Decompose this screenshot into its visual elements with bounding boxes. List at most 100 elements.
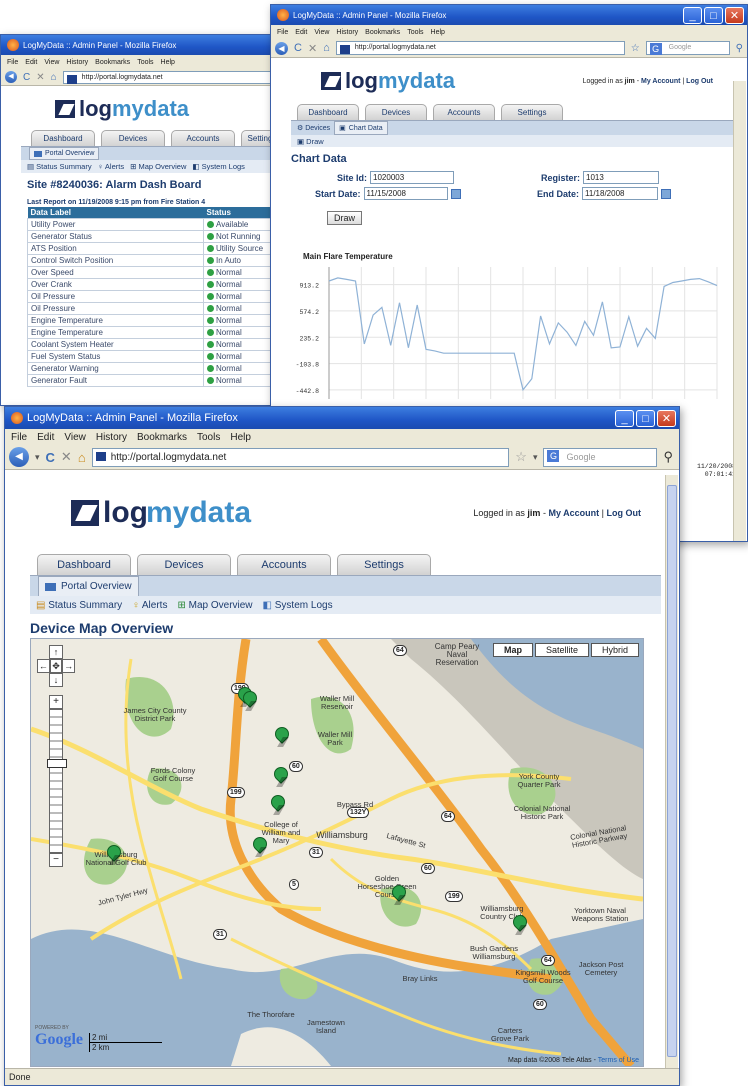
menu-history[interactable]: History xyxy=(66,59,88,66)
subtab-portal-overview[interactable]: Portal Overview xyxy=(29,147,100,160)
tab-dashboard[interactable]: Dashboard xyxy=(297,104,359,120)
register-input[interactable]: 1013 xyxy=(583,171,660,184)
maximize-button[interactable]: □ xyxy=(704,6,723,24)
menu-file[interactable]: File xyxy=(7,59,18,66)
map-overview-link[interactable]: ⊞ Map Overview xyxy=(177,600,252,611)
zoom-out-icon[interactable]: − xyxy=(49,853,63,867)
menu-edit[interactable]: Edit xyxy=(25,59,37,66)
zoom-slider[interactable]: + − xyxy=(47,695,67,867)
search-icon[interactable]: ⚲ xyxy=(736,43,743,54)
back-icon[interactable]: ◀ xyxy=(9,447,29,467)
tab-devices[interactable]: Devices xyxy=(137,554,231,575)
status-summary-link[interactable]: ▤ Status Summary xyxy=(36,600,122,611)
address-bar[interactable]: http://portal.logmydata.net xyxy=(91,447,510,467)
scroll-thumb[interactable] xyxy=(667,485,677,1057)
back-icon[interactable]: ◀ xyxy=(275,41,288,55)
subtab-chart-data[interactable]: ▣ Chart Data xyxy=(334,121,388,135)
close-button[interactable]: ✕ xyxy=(725,6,744,24)
menu-tools[interactable]: Tools xyxy=(407,29,423,36)
tab-accounts[interactable]: Accounts xyxy=(433,104,495,120)
site-id-input[interactable]: 1020003 xyxy=(370,171,455,184)
map-type-satellite-button[interactable]: Satellite xyxy=(534,643,589,657)
dropdown-icon[interactable]: ▾ xyxy=(533,452,538,463)
bookmark-star-icon[interactable]: ☆ xyxy=(515,449,527,465)
menu-tools[interactable]: Tools xyxy=(197,432,220,443)
end-date-input[interactable]: 11/18/2008 xyxy=(582,187,659,200)
map-type-hybrid-button[interactable]: Hybrid xyxy=(590,643,639,657)
menu-view[interactable]: View xyxy=(64,432,86,443)
subtab-devices[interactable]: ⚙ Devices xyxy=(297,124,330,132)
pan-right-icon[interactable]: → xyxy=(62,659,76,673)
tab-settings[interactable]: Settings xyxy=(501,104,563,120)
my-account-link[interactable]: My Account xyxy=(548,508,599,518)
menu-help[interactable]: Help xyxy=(230,432,251,443)
bookmark-star-icon[interactable]: ☆ xyxy=(631,43,640,54)
status-summary-link[interactable]: ▤ Status Summary xyxy=(27,162,92,171)
menu-tools[interactable]: Tools xyxy=(137,59,153,66)
pan-left-icon[interactable]: ← xyxy=(37,659,50,673)
draw-button[interactable]: Draw xyxy=(327,211,363,225)
menu-history[interactable]: History xyxy=(96,432,127,443)
home-icon[interactable]: ⌂ xyxy=(78,450,86,465)
start-date-input[interactable]: 11/15/2008 xyxy=(363,187,448,200)
pan-center-icon[interactable]: ✥ xyxy=(49,659,63,673)
pan-up-icon[interactable]: ↑ xyxy=(49,645,63,659)
alerts-link[interactable]: ♀ Alerts xyxy=(98,162,124,171)
my-account-link[interactable]: My Account xyxy=(641,78,680,85)
reload-icon[interactable]: C xyxy=(23,72,30,83)
reload-icon[interactable]: C xyxy=(294,42,302,54)
stop-icon[interactable]: ✕ xyxy=(308,42,317,55)
log-out-link[interactable]: Log Out xyxy=(686,78,713,85)
vertical-scrollbar[interactable] xyxy=(733,81,746,541)
home-icon[interactable]: ⌂ xyxy=(51,72,57,83)
search-box[interactable]: Google xyxy=(645,41,730,55)
system-logs-link[interactable]: ◧ System Logs xyxy=(263,600,333,611)
log-out-link[interactable]: Log Out xyxy=(607,508,642,518)
tab-dashboard[interactable]: Dashboard xyxy=(31,130,95,146)
map-overview-link[interactable]: ⊞ Map Overview xyxy=(130,162,186,171)
device-map[interactable]: Map Satellite Hybrid ↑ ← ✥ → ↓ + − Camp … xyxy=(30,638,644,1067)
menu-edit[interactable]: Edit xyxy=(37,432,54,443)
calendar-icon[interactable] xyxy=(661,188,672,199)
vertical-scrollbar[interactable] xyxy=(665,475,678,1068)
back-icon[interactable]: ◀ xyxy=(5,71,17,83)
stop-icon[interactable]: ✕ xyxy=(61,449,72,465)
menu-file[interactable]: File xyxy=(277,29,288,36)
tab-settings[interactable]: Settings xyxy=(337,554,431,575)
map-type-map-button[interactable]: Map xyxy=(492,643,533,657)
tab-accounts[interactable]: Accounts xyxy=(171,130,235,146)
stop-icon[interactable]: ✕ xyxy=(36,72,44,83)
search-box[interactable]: Google xyxy=(543,447,658,467)
pan-down-icon[interactable]: ↓ xyxy=(49,673,63,687)
reload-icon[interactable]: C xyxy=(46,450,55,465)
menu-history[interactable]: History xyxy=(336,29,358,36)
zoom-handle[interactable] xyxy=(47,759,67,768)
tab-devices[interactable]: Devices xyxy=(101,130,165,146)
menu-edit[interactable]: Edit xyxy=(295,29,307,36)
terms-link[interactable]: Terms of Use xyxy=(598,1057,639,1064)
minimize-button[interactable]: _ xyxy=(615,409,634,427)
search-icon[interactable]: ⚲ xyxy=(663,449,673,465)
alerts-link[interactable]: ♀ Alerts xyxy=(132,600,167,611)
address-bar[interactable]: http://portal.logmydata.net xyxy=(335,41,625,55)
menu-help[interactable]: Help xyxy=(431,29,445,36)
draw-link[interactable]: ▣ Draw xyxy=(297,137,324,146)
tab-devices[interactable]: Devices xyxy=(365,104,427,120)
menu-bookmarks[interactable]: Bookmarks xyxy=(95,59,130,66)
calendar-icon[interactable] xyxy=(450,188,461,199)
tab-dashboard[interactable]: Dashboard xyxy=(37,554,131,575)
menu-view[interactable]: View xyxy=(44,59,59,66)
address-bar[interactable]: http://portal.logmydata.net xyxy=(62,70,283,84)
tab-accounts[interactable]: Accounts xyxy=(237,554,331,575)
menu-file[interactable]: File xyxy=(11,432,27,443)
home-icon[interactable]: ⌂ xyxy=(323,42,330,54)
close-button[interactable]: ✕ xyxy=(657,409,676,427)
maximize-button[interactable]: □ xyxy=(636,409,655,427)
menu-bookmarks[interactable]: Bookmarks xyxy=(365,29,400,36)
minimize-button[interactable]: _ xyxy=(683,6,702,24)
menu-help[interactable]: Help xyxy=(161,59,175,66)
system-logs-link[interactable]: ◧ System Logs xyxy=(192,162,245,171)
menu-view[interactable]: View xyxy=(314,29,329,36)
zoom-in-icon[interactable]: + xyxy=(49,695,63,709)
forward-dropdown-icon[interactable]: ▾ xyxy=(35,452,40,463)
